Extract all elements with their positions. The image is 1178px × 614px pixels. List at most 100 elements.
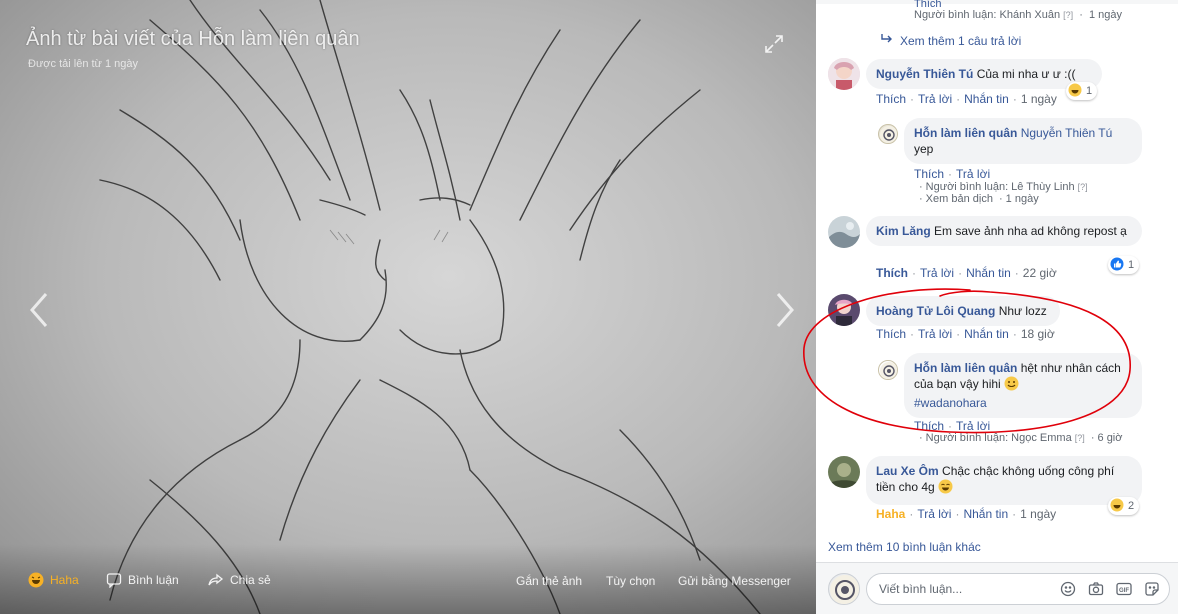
like-link[interactable]: Thích <box>876 327 906 341</box>
options-button[interactable]: Tùy chọn <box>606 574 655 588</box>
avatar[interactable] <box>878 360 898 380</box>
reaction-badge[interactable]: 2 <box>1108 497 1140 515</box>
comment-text: Như lozz <box>998 304 1047 318</box>
message-link[interactable]: Nhắn tin <box>964 92 1009 106</box>
reply-author[interactable]: Hỗn làm liên quân <box>914 126 1017 140</box>
haha-label: Haha <box>50 573 79 587</box>
message-link[interactable]: Nhắn tin <box>963 507 1008 521</box>
haha-button[interactable]: Haha <box>28 572 79 588</box>
camera-icon[interactable] <box>1088 581 1104 597</box>
comment-actions: Haha · Trả lời · Nhắn tin · 1 ngày <box>876 507 1057 521</box>
comments-panel: Thích Người bình luận: Khánh Xuân [?] · … <box>816 0 1178 614</box>
comment-bubble: Kim Lăng Em save ảnh nha ad không repost… <box>866 216 1142 246</box>
reply-arrow-icon <box>880 33 894 48</box>
comment-text: Của mi nha ư ư :(( <box>976 67 1076 81</box>
comment-author[interactable]: Kim Lăng <box>876 224 931 238</box>
like-link[interactable]: Thích <box>876 92 906 106</box>
send-messenger-button[interactable]: Gửi bằng Messenger <box>678 574 791 588</box>
translation-meta: · Xem bản dịch · 1 ngày <box>919 193 1039 205</box>
photo-subcaption: Được tải lên từ 1 ngày <box>28 58 138 70</box>
like-link[interactable]: Thích <box>914 167 944 181</box>
haha-emoji-icon <box>1068 83 1082 100</box>
comment-author[interactable]: Nguyễn Thiên Tú <box>876 67 973 81</box>
comment-label: Bình luận <box>128 573 179 587</box>
commenter-label: Người bình luận: Khánh Xuân <box>914 9 1061 21</box>
reply-actions: Thích · Trả lời <box>914 167 991 181</box>
comment-actions: Thích · Trả lời · Nhắn tin · 1 ngày <box>876 92 1057 106</box>
avatar[interactable] <box>878 124 898 144</box>
avatar[interactable] <box>828 58 860 90</box>
send-messenger-label: Gửi bằng Messenger <box>678 574 791 588</box>
avatar[interactable] <box>828 216 860 248</box>
comment-composer: GIF <box>816 562 1178 614</box>
like-link[interactable]: Thích <box>914 419 944 433</box>
options-label: Tùy chọn <box>606 574 656 588</box>
reply-text: yep <box>914 142 934 156</box>
comment-time: 1 ngày <box>1020 507 1057 521</box>
comment-bubble: Hoàng Tử Lôi Quang Như lozz <box>866 296 1060 326</box>
share-icon <box>208 572 224 588</box>
reply-bubble: Hỗn làm liên quân hệt như nhân cách của … <box>904 353 1142 418</box>
comment-time: 18 giờ <box>1020 327 1055 341</box>
message-link[interactable]: Nhắn tin <box>966 266 1011 280</box>
reply-actions: Thích · Trả lời <box>914 419 991 433</box>
reply-link[interactable]: Trả lời <box>918 92 952 106</box>
gif-icon[interactable]: GIF <box>1116 581 1132 597</box>
reaction-count: 2 <box>1128 500 1135 512</box>
tag-photo-label: Gắn thẻ ảnh <box>516 574 583 588</box>
comment-actions: Thích · Trả lời · Nhắn tin · 18 giờ <box>876 327 1055 341</box>
smile-emoji-icon <box>1004 376 1019 395</box>
composer-tools: GIF <box>1060 581 1160 597</box>
svg-text:GIF: GIF <box>1119 588 1129 594</box>
reply-link[interactable]: Trả lời <box>918 327 952 341</box>
comment-author[interactable]: Hoàng Tử Lôi Quang <box>876 304 995 318</box>
reply-author[interactable]: Hỗn làm liên quân <box>914 361 1017 375</box>
share-label: Chia sẻ <box>230 573 271 587</box>
avatar[interactable] <box>828 294 860 326</box>
sticker-icon[interactable] <box>1144 581 1160 597</box>
haha-reaction-link[interactable]: Haha <box>876 507 905 521</box>
comment-time: 1 ngày <box>1005 193 1039 205</box>
like-thumb-icon <box>1110 257 1124 274</box>
reply-mention[interactable]: Nguyễn Thiên Tú <box>1021 126 1113 140</box>
haha-emoji-icon <box>1110 498 1124 515</box>
see-more-replies-link[interactable]: Xem thêm 1 câu trả lời <box>880 33 1021 48</box>
help-marker[interactable]: [?] <box>1078 182 1088 192</box>
sketch-photo <box>99 0 761 614</box>
previous-photo-button[interactable] <box>24 290 54 330</box>
comment-icon <box>106 572 122 589</box>
share-button[interactable]: Chia sẻ <box>208 572 271 588</box>
commenter-meta: · Người bình luận: Ngọc Emma [?] · 6 giờ <box>919 432 1123 444</box>
tag-photo-button[interactable]: Gắn thẻ ảnh <box>516 574 582 588</box>
help-marker[interactable]: [?] <box>1063 10 1073 20</box>
reply-link[interactable]: Trả lời <box>956 167 990 181</box>
reply-bubble: Hỗn làm liên quân Nguyễn Thiên Tú yep <box>904 118 1142 164</box>
like-link[interactable]: Thích <box>876 266 908 280</box>
reaction-badge[interactable]: 1 <box>1108 256 1140 274</box>
commenter-meta: · Người bình luận: Lê Thùy Linh [?] <box>919 181 1088 193</box>
hashtag-link[interactable]: #wadanohara <box>914 396 987 410</box>
comment-time: 1 ngày <box>1020 92 1057 106</box>
reaction-count: 1 <box>1086 85 1093 97</box>
message-link[interactable]: Nhắn tin <box>964 327 1009 341</box>
expand-icon[interactable] <box>764 34 784 54</box>
reaction-count: 1 <box>1128 259 1135 271</box>
reaction-badge[interactable]: 1 <box>1066 82 1098 100</box>
commenter-meta: Người bình luận: Khánh Xuân [?] · 1 ngày <box>914 9 1122 21</box>
help-marker[interactable]: [?] <box>1075 433 1085 443</box>
see-translation-link[interactable]: Xem bản dịch <box>926 193 993 205</box>
emoji-icon[interactable] <box>1060 581 1076 597</box>
comment-actions: Thích · Trả lời · Nhắn tin · 22 giờ <box>876 266 1057 280</box>
comment-time: 22 giờ <box>1022 266 1057 280</box>
avatar[interactable] <box>828 456 860 488</box>
see-more-comments-link[interactable]: Xem thêm 10 bình luận khác <box>828 540 981 554</box>
comment-author[interactable]: Lau Xe Ôm <box>876 464 939 478</box>
comment-bubble: Nguyễn Thiên Tú Của mi nha ư ư :(( <box>866 59 1102 89</box>
comment-button[interactable]: Bình luận <box>106 572 179 589</box>
comment-time: 1 ngày <box>1088 9 1122 21</box>
reply-link[interactable]: Trả lời <box>920 266 954 280</box>
grin-emoji-icon <box>938 479 953 498</box>
next-photo-button[interactable] <box>770 290 800 330</box>
reply-link[interactable]: Trả lời <box>956 419 990 433</box>
reply-link[interactable]: Trả lời <box>917 507 951 521</box>
